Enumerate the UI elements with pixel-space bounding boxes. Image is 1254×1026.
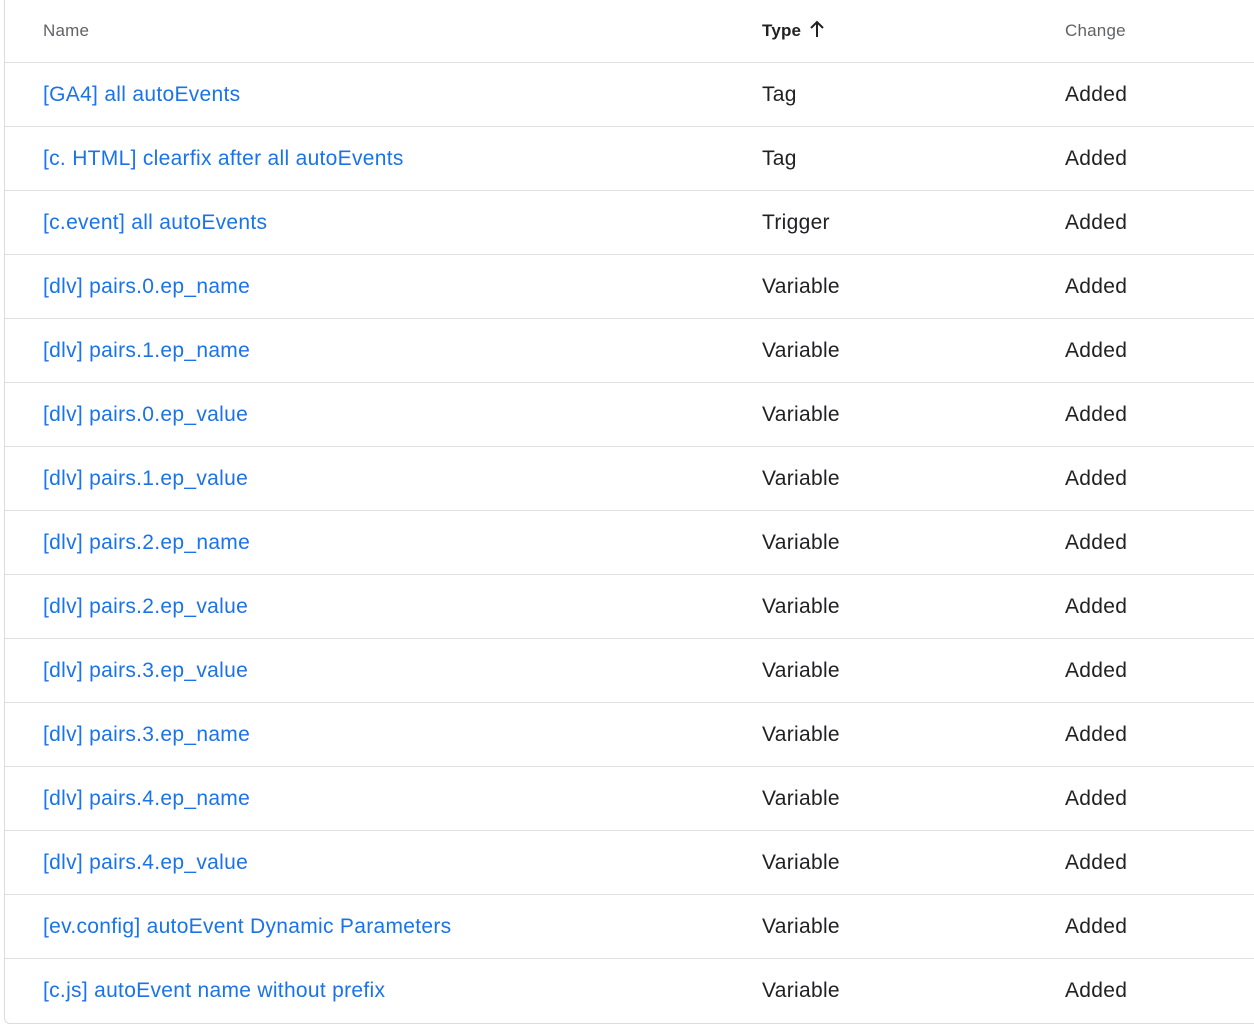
table-row: [dlv] pairs.0.ep_value Variable Added xyxy=(5,383,1254,447)
table-row: [dlv] pairs.4.ep_name Variable Added xyxy=(5,767,1254,831)
change-status: Added xyxy=(1065,82,1128,106)
entity-type: Trigger xyxy=(762,210,830,234)
table-row: [dlv] pairs.2.ep_name Variable Added xyxy=(5,511,1254,575)
entity-type: Variable xyxy=(762,786,840,810)
entity-name-link[interactable]: [dlv] pairs.4.ep_value xyxy=(43,831,248,894)
entity-type: Variable xyxy=(762,338,840,362)
table-row: [c.js] autoEvent name without prefix Var… xyxy=(5,959,1254,1023)
change-status: Added xyxy=(1065,338,1128,362)
change-status: Added xyxy=(1065,850,1128,874)
entity-type: Variable xyxy=(762,466,840,490)
change-status: Added xyxy=(1065,914,1128,938)
entity-type: Variable xyxy=(762,722,840,746)
entity-name-link[interactable]: [dlv] pairs.3.ep_value xyxy=(43,639,248,702)
entity-type: Variable xyxy=(762,979,840,1002)
entity-type: Tag xyxy=(762,146,797,170)
column-header-change-label: Change xyxy=(1065,21,1126,40)
table-row: [dlv] pairs.4.ep_value Variable Added xyxy=(5,831,1254,895)
change-status: Added xyxy=(1065,274,1128,298)
entity-name-link[interactable]: [ev.config] autoEvent Dynamic Parameters xyxy=(43,895,451,958)
change-status: Added xyxy=(1065,594,1128,618)
entity-name-link[interactable]: [dlv] pairs.2.ep_name xyxy=(43,511,250,574)
column-header-type[interactable]: Type xyxy=(762,0,825,62)
change-status: Added xyxy=(1065,146,1128,170)
entity-name-link[interactable]: [dlv] pairs.0.ep_value xyxy=(43,383,248,446)
entity-name-link[interactable]: [dlv] pairs.4.ep_name xyxy=(43,767,250,830)
entity-type: Variable xyxy=(762,914,840,938)
entity-name-link[interactable]: [c.event] all autoEvents xyxy=(43,191,267,254)
entity-type: Variable xyxy=(762,658,840,682)
table-row: [c. HTML] clearfix after all autoEvents … xyxy=(5,127,1254,191)
arrow-upward-icon[interactable] xyxy=(809,20,825,38)
column-header-name[interactable]: Name xyxy=(43,0,89,62)
table-row: [c.event] all autoEvents Trigger Added xyxy=(5,191,1254,255)
change-status: Added xyxy=(1065,210,1128,234)
entity-type: Tag xyxy=(762,82,797,106)
changes-table-panel: Name Type Change [GA4] all autoEvents Ta… xyxy=(4,0,1254,1024)
change-status: Added xyxy=(1065,786,1128,810)
entity-name-link[interactable]: [dlv] pairs.0.ep_name xyxy=(43,255,250,318)
table-row: [GA4] all autoEvents Tag Added xyxy=(5,63,1254,127)
entity-name-link[interactable]: [dlv] pairs.2.ep_value xyxy=(43,575,248,638)
entity-type: Variable xyxy=(762,402,840,426)
column-header-change[interactable]: Change xyxy=(1065,0,1126,62)
table-body: [GA4] all autoEvents Tag Added [c. HTML]… xyxy=(5,63,1254,1023)
column-header-name-label: Name xyxy=(43,21,90,40)
change-status: Added xyxy=(1065,979,1128,1002)
entity-name-link[interactable]: [c.js] autoEvent name without prefix xyxy=(43,959,385,1023)
table-row: [ev.config] autoEvent Dynamic Parameters… xyxy=(5,895,1254,959)
table-header: Name Type Change xyxy=(5,0,1254,63)
table-row: [dlv] pairs.1.ep_name Variable Added xyxy=(5,319,1254,383)
entity-type: Variable xyxy=(762,274,840,298)
table-row: [dlv] pairs.1.ep_value Variable Added xyxy=(5,447,1254,511)
entity-name-link[interactable]: [GA4] all autoEvents xyxy=(43,63,240,126)
entity-type: Variable xyxy=(762,530,840,554)
table-row: [dlv] pairs.3.ep_value Variable Added xyxy=(5,639,1254,703)
entity-name-link[interactable]: [dlv] pairs.3.ep_name xyxy=(43,703,250,766)
entity-type: Variable xyxy=(762,594,840,618)
change-status: Added xyxy=(1065,658,1128,682)
entity-name-link[interactable]: [dlv] pairs.1.ep_name xyxy=(43,319,250,382)
entity-name-link[interactable]: [dlv] pairs.1.ep_value xyxy=(43,447,248,510)
entity-name-link[interactable]: [c. HTML] clearfix after all autoEvents xyxy=(43,127,404,190)
changes-table: Name Type Change [GA4] all autoEvents Ta… xyxy=(5,0,1254,1023)
change-status: Added xyxy=(1065,530,1128,554)
change-status: Added xyxy=(1065,466,1128,490)
column-header-type-label: Type xyxy=(762,21,802,40)
change-status: Added xyxy=(1065,402,1128,426)
entity-type: Variable xyxy=(762,850,840,874)
table-row: [dlv] pairs.0.ep_name Variable Added xyxy=(5,255,1254,319)
table-row: [dlv] pairs.3.ep_name Variable Added xyxy=(5,703,1254,767)
change-status: Added xyxy=(1065,722,1128,746)
table-row: [dlv] pairs.2.ep_value Variable Added xyxy=(5,575,1254,639)
